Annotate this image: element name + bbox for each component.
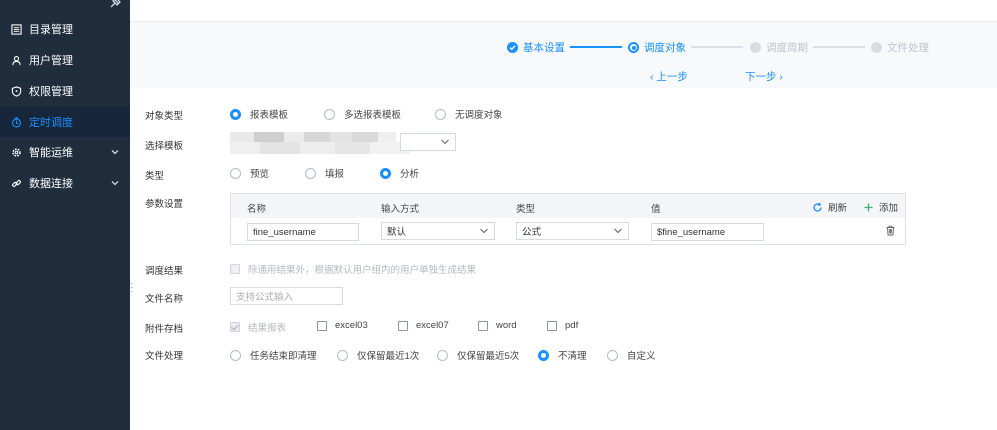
top-bar — [130, 0, 997, 22]
result-per-user-checkbox[interactable]: 除通用结果外，根据默认用户组内的用户单独生成结果 — [230, 262, 476, 276]
step-schedule-cycle[interactable]: 调度周期 — [750, 40, 808, 55]
param-input-mode-select[interactable]: 默认 — [381, 222, 495, 240]
plus-icon — [864, 203, 873, 211]
param-name-input[interactable]: fine_username — [247, 223, 359, 241]
step-dot — [750, 42, 761, 53]
param-value-input[interactable]: $fine_username — [651, 223, 764, 241]
step-dot — [871, 42, 882, 53]
params-label: 参数设置 — [145, 199, 184, 210]
radio-fill[interactable]: 填报 — [305, 166, 344, 180]
sidebar-item-label: 目录管理 — [29, 24, 73, 36]
chevron-down-icon — [613, 227, 623, 235]
params-header: 名称 输入方式 类型 值 刷新 添加 — [231, 194, 905, 218]
step-label: 调度对象 — [644, 42, 686, 54]
sidebar-item-label: 智能运维 — [29, 147, 73, 159]
result-label: 调度结果 — [145, 266, 184, 277]
step-bar: 基本设置 调度对象 调度周期 文件处理 ‹ 上一步 下一步 › — [130, 22, 997, 88]
refresh-button[interactable]: 刷新 — [812, 200, 847, 214]
check-icon — [507, 42, 518, 53]
trash-icon[interactable] — [885, 225, 896, 236]
main-content: 基本设置 调度对象 调度周期 文件处理 ‹ 上一步 下一步 › 对象类型 报表模… — [130, 0, 997, 430]
gear-icon — [10, 146, 22, 158]
chevron-down-icon — [110, 147, 120, 157]
sidebar-item-label: 数据连接 — [29, 178, 73, 190]
step-schedule-object[interactable]: 调度对象 — [628, 40, 686, 55]
step-connector — [813, 46, 865, 48]
add-param-button[interactable]: 添加 — [863, 200, 898, 214]
drag-handle-icon[interactable]: · · · — [130, 279, 136, 297]
file-handling-label: 文件处理 — [145, 351, 184, 362]
step-connector — [570, 46, 622, 48]
radio-clean-on-finish[interactable]: 任务结束即清理 — [230, 348, 317, 362]
radio-custom[interactable]: 自定义 — [607, 348, 656, 362]
filename-input[interactable]: 支持公式输入 — [230, 287, 343, 305]
sidebar-item-label: 权限管理 — [29, 86, 73, 98]
shield-icon — [10, 85, 22, 97]
filename-label: 文件名称 — [145, 294, 184, 305]
radio-keep-last-1[interactable]: 仅保留最近1次 — [337, 348, 419, 362]
chevron-down-icon — [440, 138, 450, 146]
step-file-handling[interactable]: 文件处理 — [871, 40, 929, 55]
pin-icon[interactable] — [108, 0, 122, 10]
type-label: 类型 — [145, 171, 165, 182]
sidebar-item-label: 定时调度 — [29, 117, 73, 129]
param-type-select[interactable]: 公式 — [516, 222, 629, 240]
sidebar-item-label: 用户管理 — [29, 55, 73, 67]
sidebar-item-users[interactable]: 用户管理 — [0, 45, 130, 75]
template-label: 选择模板 — [145, 141, 184, 152]
chevron-down-icon — [479, 227, 489, 235]
params-table: 名称 输入方式 类型 值 刷新 添加 fine_username 默认 公式 $… — [230, 193, 906, 245]
next-step-button[interactable]: 下一步 › — [745, 69, 783, 84]
prev-step-button[interactable]: ‹ 上一步 — [650, 69, 688, 84]
sidebar-item-permissions[interactable]: 权限管理 — [0, 76, 130, 106]
object-type-label: 对象类型 — [145, 111, 184, 122]
step-dot — [628, 42, 639, 53]
chevron-right-icon: › — [776, 71, 783, 83]
column-header: 名称 — [247, 204, 267, 215]
radio-no-object[interactable]: 无调度对象 — [435, 107, 503, 121]
attachment-excel03-checkbox[interactable]: excel03 — [317, 320, 368, 331]
sidebar: 目录管理 用户管理 权限管理 定时调度 智能运维 数据连接 — [0, 0, 130, 430]
user-icon — [10, 54, 22, 66]
attachment-word-checkbox[interactable]: word — [478, 320, 517, 331]
step-basic-settings[interactable]: 基本设置 — [507, 40, 565, 55]
sidebar-item-connections[interactable]: 数据连接 — [0, 168, 130, 198]
attachment-label: 附件存档 — [145, 324, 184, 335]
radio-report-template[interactable]: 报表模板 — [230, 107, 288, 121]
radio-analysis[interactable]: 分析 — [380, 166, 419, 180]
column-header: 输入方式 — [381, 204, 420, 215]
sidebar-item-schedule[interactable]: 定时调度 — [0, 107, 130, 137]
step-connector — [691, 46, 743, 48]
column-header: 类型 — [516, 204, 536, 215]
attachment-excel07-checkbox[interactable]: excel07 — [398, 320, 449, 331]
radio-preview[interactable]: 预览 — [230, 166, 269, 180]
sidebar-item-catalog[interactable]: 目录管理 — [0, 14, 130, 44]
column-header: 值 — [651, 204, 661, 215]
radio-multi-template[interactable]: 多选报表模板 — [324, 107, 401, 121]
refresh-icon — [813, 202, 822, 212]
clock-icon — [10, 116, 22, 128]
template-dropdown[interactable] — [400, 133, 456, 151]
step-label: 调度周期 — [766, 42, 808, 54]
sidebar-item-ops[interactable]: 智能运维 — [0, 137, 130, 167]
step-label: 文件处理 — [887, 42, 929, 54]
radio-no-clean[interactable]: 不清理 — [538, 348, 587, 362]
attachment-result-report-checkbox[interactable]: 结果报表 — [230, 320, 286, 334]
link-icon — [10, 177, 22, 189]
chevron-down-icon — [110, 178, 120, 188]
attachment-pdf-checkbox[interactable]: pdf — [547, 320, 578, 331]
radio-keep-last-5[interactable]: 仅保留最近5次 — [437, 348, 519, 362]
template-value-blurred — [230, 142, 410, 154]
list-icon — [10, 23, 22, 35]
step-label: 基本设置 — [523, 42, 565, 54]
